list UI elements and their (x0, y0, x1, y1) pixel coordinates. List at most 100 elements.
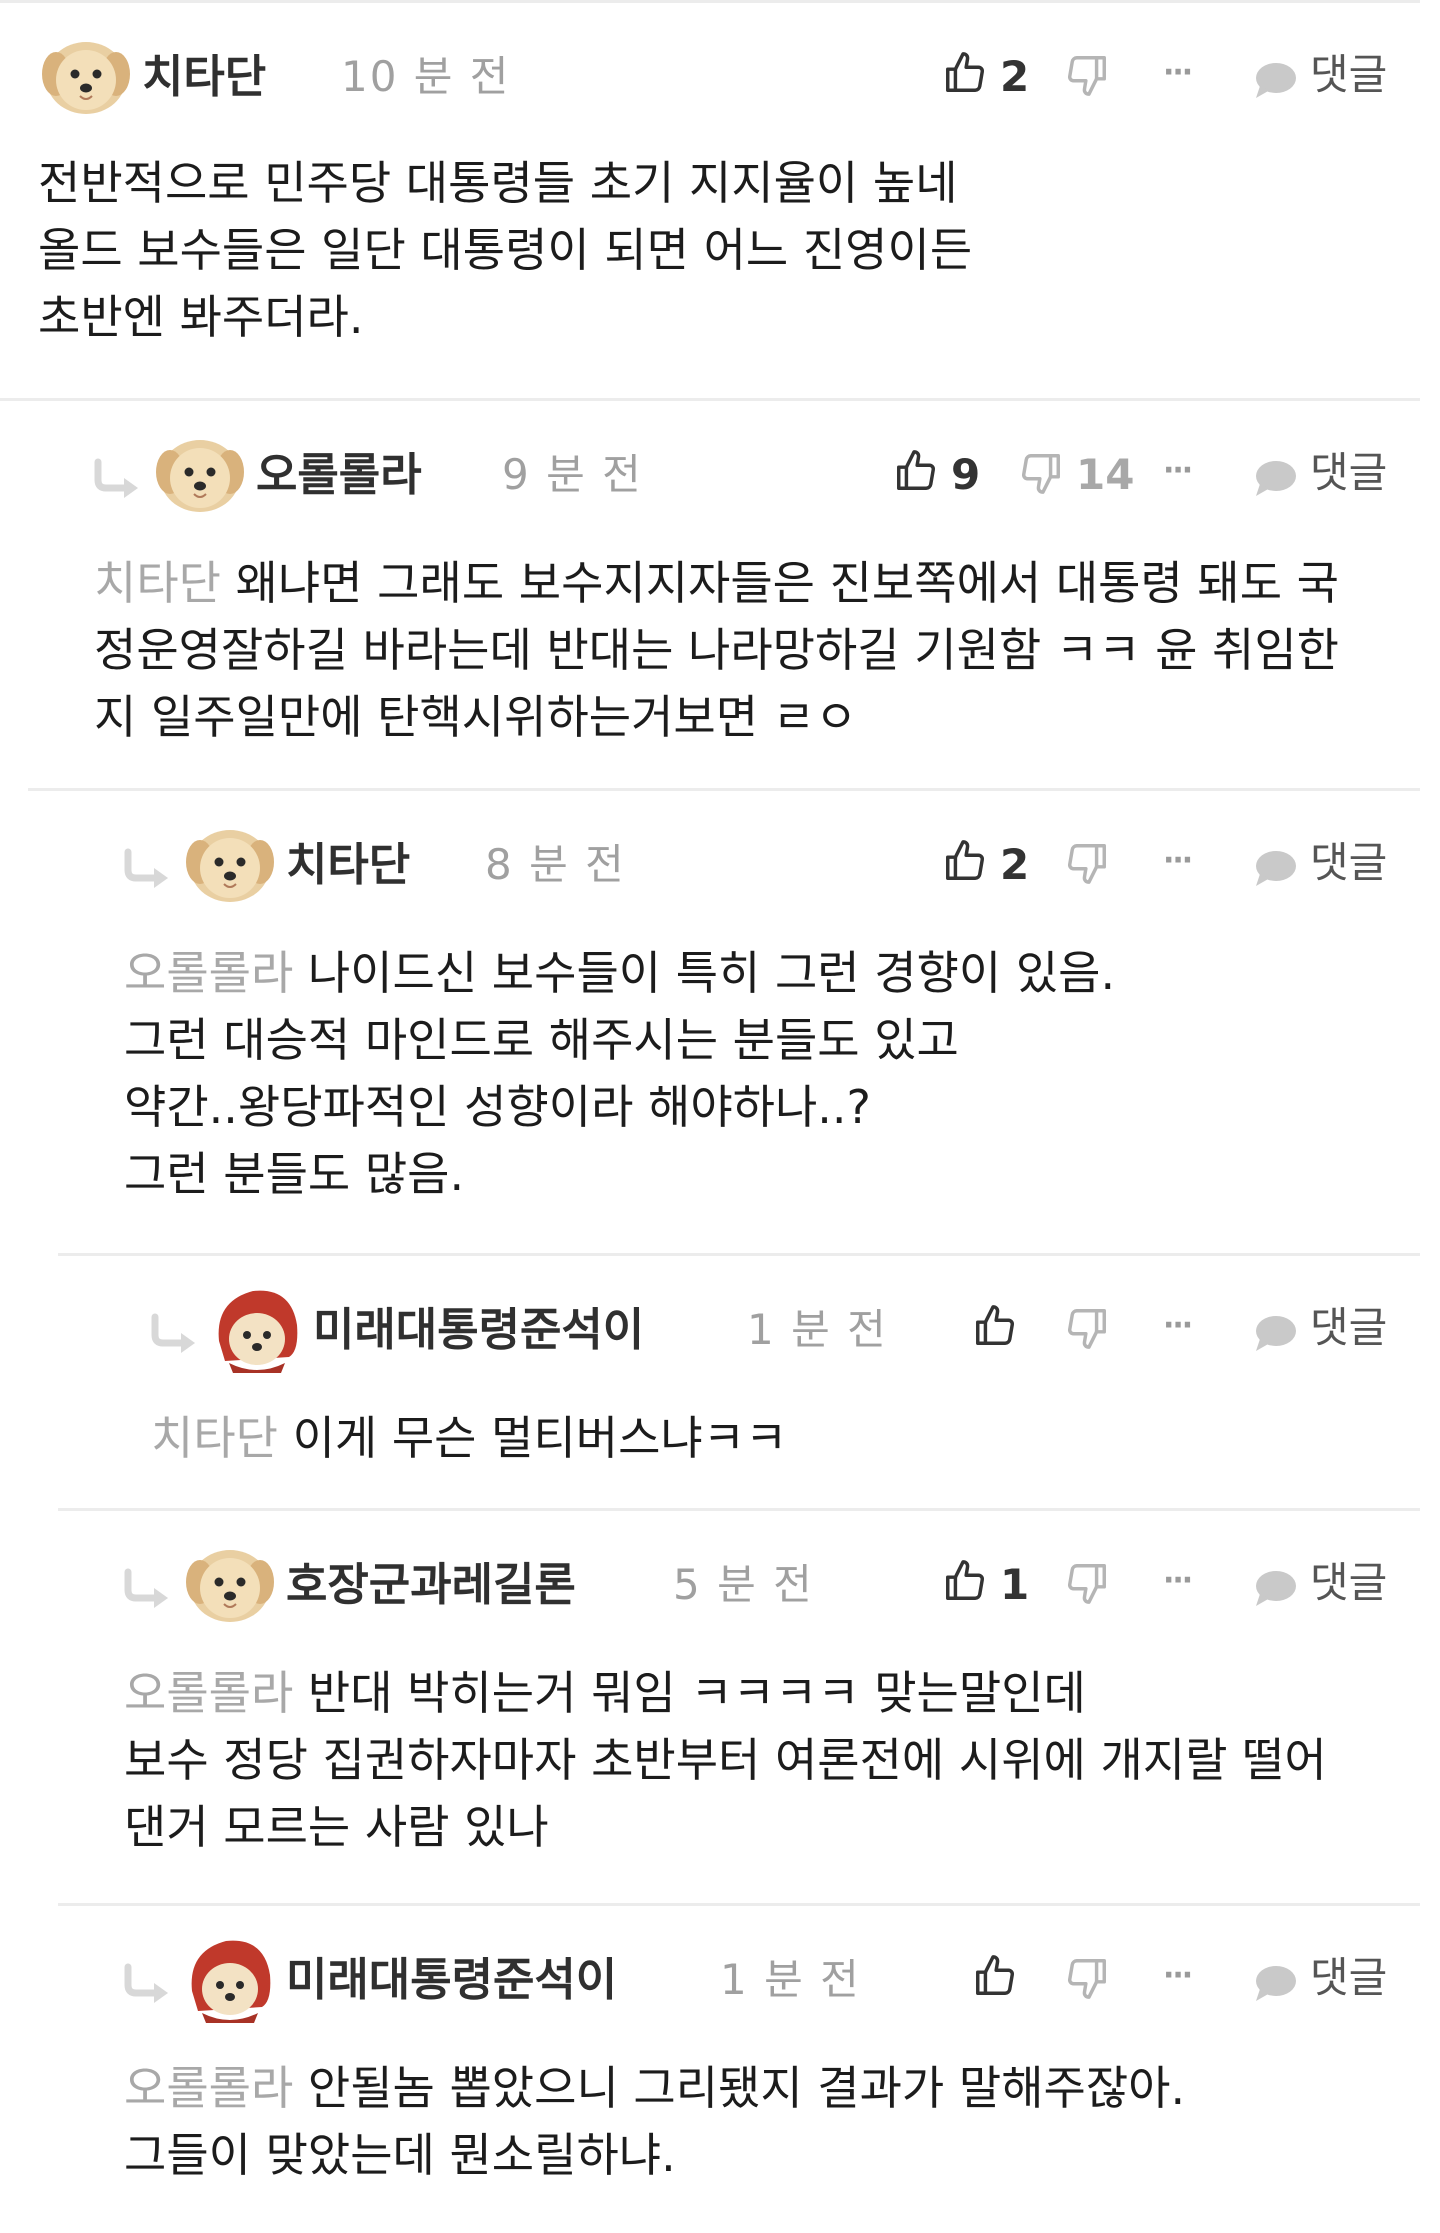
comment-line-text: 보수 정당 집권하자마자 초반부터 여론전에 시위에 개지랄 떨어 (124, 1733, 1327, 1787)
comment: 호장군과레길론 5 분 전 댓글 ··· 1 오롤롤라 반대 박히는거 뭐임 ㅋㅋㅋㅋ … (0, 1508, 1440, 1903)
author-name[interactable]: 미래대통령준석이 (313, 1307, 644, 1352)
comment-body: 전반적으로 민주당 대통령들 초기 지지율이 높네올드 보수들은 일단 대통령이… (38, 150, 1400, 351)
comment-line: 전반적으로 민주당 대통령들 초기 지지율이 높네 (38, 150, 1400, 217)
thumbs-down-icon[interactable] (1018, 450, 1064, 496)
like-count: 1 (1000, 1560, 1030, 1609)
comment-line: 정운영잘하길 바라는데 반대는 나라망하길 기원함 ㅋㅋ 윤 취임한 (94, 617, 1400, 684)
comment: 미래대통령준석이 1 분 전 댓글 ··· 치타단 이게 무슨 멀티버스냐ㅋㅋ (0, 1253, 1440, 1508)
puppy-avatar[interactable] (182, 816, 278, 912)
comment-line-text: 전반적으로 민주당 대통령들 초기 지지율이 높네 (38, 156, 958, 210)
reply-button-label: 댓글 (1310, 448, 1388, 497)
mention-tag[interactable]: 오롤롤라 (124, 946, 293, 1000)
comment-body: 오롤롤라 나이드신 보수들이 특히 그런 경향이 있음. 그런 대승적 마인드로 … (124, 940, 1400, 1208)
comment-line: 치타단 왜냐면 그래도 보수지지자들은 진보쪽에서 대통령 돼도 국 (94, 550, 1400, 617)
comment-line: 그런 대승적 마인드로 해주시는 분들도 있고 (124, 1007, 1400, 1074)
comment-line: 그들이 맞았는데 뭔소릴하냐. (124, 2122, 1400, 2189)
comment-divider (0, 0, 1420, 3)
comment-line-text: 그들이 맞았는데 뭔소릴하냐. (124, 2128, 676, 2182)
thumbs-down-icon[interactable] (1064, 52, 1110, 98)
comment-line-text: 그런 분들도 많음. (124, 1147, 465, 1201)
reply-button-label: 댓글 (1310, 1558, 1388, 1607)
thumbs-up-icon[interactable] (942, 1558, 988, 1604)
comment-line: 오롤롤라 나이드신 보수들이 특히 그런 경향이 있음. (124, 940, 1400, 1007)
thumbs-up-icon[interactable] (942, 50, 988, 96)
comment: 오롤롤라 9 분 전 댓글 ··· 14 9 치타단 왜냐면 그래도 보수지지자들은 진… (0, 398, 1440, 788)
comment-divider (58, 1508, 1420, 1511)
comment-line: 오롤롤라 안될놈 뽑았으니 그리됐지 결과가 말해주잖아. (124, 2055, 1400, 2122)
comment-body: 오롤롤라 반대 박히는거 뭐임 ㅋㅋㅋㅋ 맞는말인데보수 정당 집권하자마자 초… (124, 1660, 1400, 1861)
comment-line-text: 나이드신 보수들이 특히 그런 경향이 있음. (293, 946, 1116, 1000)
red-hood-puppy-avatar[interactable] (182, 1931, 278, 2027)
author-name[interactable]: 미래대통령준석이 (286, 1957, 617, 2002)
author-name[interactable]: 오롤롤라 (256, 452, 422, 497)
like-count: 2 (1000, 840, 1030, 889)
reply-arrow-icon (92, 458, 144, 498)
comment-line-text: 약간..왕당파적인 성향이라 해야하나..? (124, 1080, 871, 1134)
comment-line: 약간..왕당파적인 성향이라 해야하나..? (124, 1074, 1400, 1141)
comment-line-text: 반대 박히는거 뭐임 ㅋㅋㅋㅋ 맞는말인데 (293, 1666, 1086, 1720)
comment-line: 그런 분들도 많음. (124, 1141, 1400, 1208)
thumbs-down-icon[interactable] (1064, 1560, 1110, 1606)
thumbs-up-icon[interactable] (972, 1953, 1018, 1999)
comment-line: 지 일주일만에 탄핵시위하는거보면 ㄹㅇ (94, 684, 1400, 751)
comment-divider (58, 1903, 1420, 1906)
comment-divider (28, 788, 1420, 791)
reply-button-label: 댓글 (1310, 838, 1388, 887)
more-options-button[interactable]: ··· (1163, 1311, 1193, 1341)
comment-body: 오롤롤라 안될놈 뽑았으니 그리됐지 결과가 말해주잖아. 그들이 맞았는데 뭔소… (124, 2055, 1400, 2189)
author-name[interactable]: 치타단 (286, 842, 410, 887)
comment-timestamp: 9 분 전 (502, 450, 643, 499)
reply-arrow-icon (122, 848, 174, 888)
comment: 치타단 8 분 전 댓글 ··· 2 오롤롤라 나이드신 보수들이 특히 그런 경향이 … (0, 788, 1440, 1253)
thumbs-down-icon[interactable] (1064, 1955, 1110, 2001)
reply-button-label: 댓글 (1310, 50, 1388, 99)
more-options-button[interactable]: ··· (1163, 846, 1193, 876)
comment-line-text: 지 일주일만에 탄핵시위하는거보면 ㄹㅇ (94, 690, 858, 744)
more-options-button[interactable]: ··· (1163, 1566, 1193, 1596)
author-name[interactable]: 치타단 (142, 54, 266, 99)
dislike-count: 14 (1076, 450, 1135, 499)
reply-arrow-icon (122, 1568, 174, 1608)
author-name[interactable]: 호장군과레길론 (286, 1562, 576, 1607)
comment-line-text: 댄거 모르는 사람 있나 (124, 1800, 549, 1854)
puppy-avatar[interactable] (182, 1536, 278, 1632)
comment-line: 올드 보수들은 일단 대통령이 되면 어느 진영이든 (38, 217, 1400, 284)
red-hood-puppy-avatar[interactable] (209, 1281, 305, 1377)
puppy-avatar[interactable] (152, 426, 248, 522)
comment-line-text: 올드 보수들은 일단 대통령이 되면 어느 진영이든 (38, 223, 973, 277)
comment-timestamp: 10 분 전 (341, 52, 511, 101)
comment-line-text: 그런 대승적 마인드로 해주시는 분들도 있고 (124, 1013, 959, 1067)
reply-button-label: 댓글 (1310, 1953, 1388, 2002)
more-options-button[interactable]: ··· (1163, 456, 1193, 486)
comment-line-text: 초반엔 봐주더라. (38, 290, 364, 344)
mention-tag[interactable]: 치타단 (151, 1411, 278, 1465)
comment-line-text: 안될놈 뽑았으니 그리됐지 결과가 말해주잖아. (293, 2061, 1186, 2115)
mention-tag[interactable]: 오롤롤라 (124, 1666, 293, 1720)
comment-timestamp: 5 분 전 (673, 1560, 814, 1609)
comment: 미래대통령준석이 1 분 전 댓글 ··· 오롤롤라 안될놈 뽑았으니 그리됐지 결과… (0, 1903, 1440, 2233)
comment-line: 보수 정당 집권하자마자 초반부터 여론전에 시위에 개지랄 떨어 (124, 1727, 1400, 1794)
mention-tag[interactable]: 치타단 (94, 556, 221, 610)
comment-line: 초반엔 봐주더라. (38, 284, 1400, 351)
comment: 치타단 10 분 전 댓글 ··· 2 전반적으로 민주당 대통령들 초기 지지율이 높… (0, 0, 1440, 398)
more-options-button[interactable]: ··· (1163, 58, 1193, 88)
comment-body: 치타단 왜냐면 그래도 보수지지자들은 진보쪽에서 대통령 돼도 국 정운영잘하길… (94, 550, 1400, 751)
comment-line-text: 이게 무슨 멀티버스냐ㅋㅋ (277, 1411, 788, 1465)
more-options-button[interactable]: ··· (1163, 1961, 1193, 1991)
thumbs-up-icon[interactable] (942, 838, 988, 884)
mention-tag[interactable]: 오롤롤라 (124, 2061, 293, 2115)
reply-button-label: 댓글 (1310, 1303, 1388, 1352)
comment-line: 댄거 모르는 사람 있나 (124, 1794, 1400, 1861)
thumbs-down-icon[interactable] (1064, 840, 1110, 886)
comment-line-text: 왜냐면 그래도 보수지지자들은 진보쪽에서 대통령 돼도 국 (220, 556, 1340, 610)
comment-line: 치타단 이게 무슨 멀티버스냐ㅋㅋ (151, 1405, 1400, 1472)
thumbs-down-icon[interactable] (1064, 1305, 1110, 1351)
puppy-avatar[interactable] (38, 28, 134, 124)
thumbs-up-icon[interactable] (972, 1303, 1018, 1349)
comment-timestamp: 8 분 전 (485, 840, 626, 889)
comment-timestamp: 1 분 전 (747, 1305, 888, 1354)
like-count: 9 (951, 450, 981, 499)
comment-line: 오롤롤라 반대 박히는거 뭐임 ㅋㅋㅋㅋ 맞는말인데 (124, 1660, 1400, 1727)
thumbs-up-icon[interactable] (893, 448, 939, 494)
comment-divider (0, 398, 1420, 401)
